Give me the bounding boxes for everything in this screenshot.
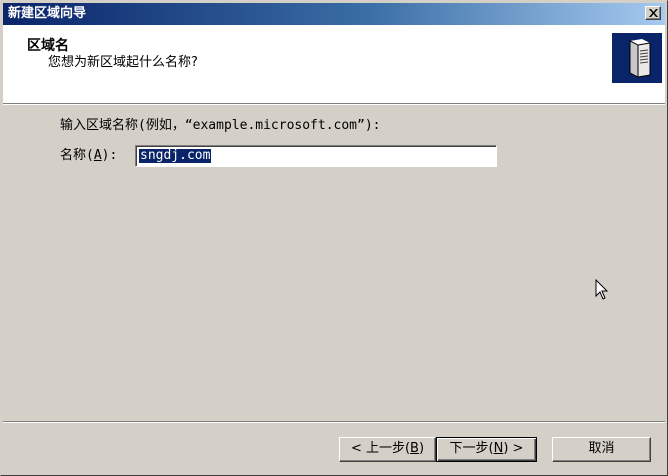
close-icon bbox=[649, 9, 658, 17]
wizard-header: 区域名 您想为新区域起什么名称? bbox=[3, 25, 665, 103]
zone-name-input[interactable]: sngdj.com bbox=[135, 145, 497, 167]
page-subtitle: 您想为新区域起什么名称? bbox=[48, 55, 198, 70]
name-label-pre: 名称( bbox=[60, 148, 94, 163]
new-zone-wizard-dialog: 新建区域向导 区域名 您想为新区域起什么名称? 输入区域名称(例如，“examp… bbox=[0, 0, 668, 476]
close-button[interactable] bbox=[645, 6, 661, 20]
footer-divider-highlight bbox=[3, 422, 665, 423]
next-button[interactable]: 下一步(N) > bbox=[436, 437, 537, 462]
server-icon bbox=[612, 33, 662, 83]
back-label-accesskey: B bbox=[410, 441, 419, 456]
zone-name-prompt: 输入区域名称(例如，“example.microsoft.com”): bbox=[60, 118, 381, 133]
mouse-pointer-icon bbox=[595, 279, 609, 300]
window-title: 新建区域向导 bbox=[8, 6, 87, 21]
page-title: 区域名 bbox=[27, 38, 69, 54]
name-label-post: ): bbox=[101, 148, 118, 163]
next-label-post: ) > bbox=[503, 441, 524, 456]
zone-name-value: sngdj.com bbox=[139, 148, 212, 163]
next-label-accesskey: N bbox=[493, 441, 504, 456]
name-label: 名称(A): bbox=[60, 148, 117, 164]
back-label-post: ) bbox=[418, 441, 425, 456]
next-label-pre: 下一步( bbox=[449, 441, 494, 456]
title-bar[interactable]: 新建区域向导 bbox=[3, 3, 665, 25]
cancel-button[interactable]: 取消 bbox=[552, 437, 651, 462]
back-label-pre: < 上一步( bbox=[350, 441, 411, 456]
header-divider-highlight bbox=[3, 104, 665, 105]
name-label-accesskey: A bbox=[93, 148, 102, 163]
back-button[interactable]: < 上一步(B) bbox=[339, 437, 436, 462]
